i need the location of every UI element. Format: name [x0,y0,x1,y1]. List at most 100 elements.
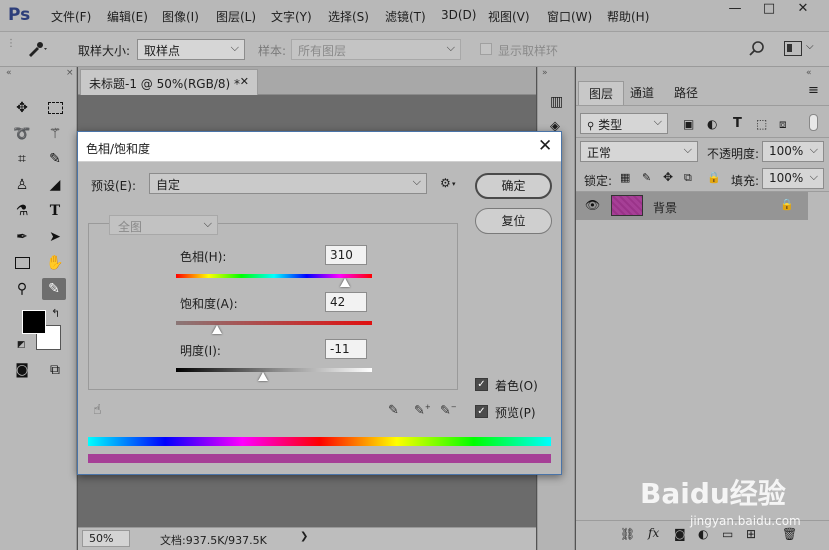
document-tab[interactable]: 未标题-1 @ 50%(RGB/8) * ✕ [80,69,258,95]
menu-3d[interactable]: 3D(D) [441,8,476,22]
zoom-level[interactable]: 50% [82,530,130,547]
fx-icon[interactable]: fx [648,526,659,540]
eyedropper-icon[interactable]: ✎ [388,403,399,418]
opacity-input[interactable]: 100% ⌵ [762,141,824,162]
add-mask-icon[interactable]: ◙ [674,527,686,541]
preset-select[interactable]: 自定 ⌵ [149,173,427,194]
lightness-input[interactable]: -11 [325,339,367,359]
type-filter-icon[interactable]: T [733,116,742,131]
blend-mode-select[interactable]: 正常 ⌵ [580,141,698,162]
lock-paint-icon[interactable]: ✎ [642,171,651,184]
collapse-icon[interactable]: « [806,68,812,78]
settings-gear-icon[interactable]: ⚙ [440,176,451,190]
preview-checkbox[interactable]: ✓ [475,405,488,418]
expand-icon[interactable]: » [542,68,548,78]
fill-input[interactable]: 100% ⌵ [762,168,824,189]
close-panel-icon[interactable]: × [66,68,74,78]
layer-row-background[interactable]: 👁 背景 🔒 [576,192,808,220]
menu-filter[interactable]: 滤镜(T) [385,8,426,25]
default-colors-icon[interactable]: ◩ [17,340,26,350]
histogram-icon[interactable]: ▥ [550,94,563,110]
minimize-button[interactable]: — [718,0,752,20]
eyedropper-tool-icon[interactable]: ✎ [43,148,67,170]
channel-select[interactable]: 全图 ⌵ [109,215,218,235]
pixel-filter-icon[interactable]: ▣ [683,117,694,131]
close-tab-icon[interactable]: ✕ [240,75,249,88]
menu-window[interactable]: 窗口(W) [547,8,592,25]
filter-kind-select[interactable]: ⚲ 类型 ⌵ [580,113,668,134]
crop-tool-icon[interactable]: ⌗ [10,148,34,170]
stamp-tool-icon[interactable]: ♙ [10,174,34,196]
adjustment-layer-icon[interactable]: ◐ [698,527,708,541]
colorize-checkbox[interactable]: ✓ [475,378,488,391]
lightness-slider-track[interactable] [176,368,372,372]
menu-edit[interactable]: 编辑(E) [107,8,148,25]
search-icon[interactable] [748,40,766,58]
magic-wand-icon[interactable]: ⚚ [43,123,67,145]
visibility-eye-icon[interactable]: 👁 [585,198,600,212]
smart-object-filter-icon[interactable]: ⧈ [779,117,787,132]
adjustment-filter-icon[interactable]: ◐ [707,117,717,131]
text-tool-icon[interactable]: T [43,200,67,222]
tab-channels[interactable]: 通道 [620,81,664,105]
tab-layers[interactable]: 图层 [578,81,625,105]
ok-button[interactable]: 确定 [475,173,552,199]
new-group-icon[interactable]: ▭ [722,527,733,541]
marquee-tool-icon[interactable] [43,97,67,119]
foreground-color-swatch[interactable] [22,310,46,334]
chevron-right-icon[interactable]: ❯ [300,531,308,542]
menu-select[interactable]: 选择(S) [328,8,369,25]
targeted-adjust-hand-icon[interactable]: ☝ [93,402,102,418]
lasso-tool-icon[interactable]: ➰ [10,123,34,145]
show-ring-checkbox[interactable] [480,43,492,55]
eyedropper-minus-icon[interactable]: ✎− [440,403,457,418]
swap-colors-icon[interactable]: ↰ [51,307,60,320]
menu-layer[interactable]: 图层(L) [216,8,256,25]
eyedropper-tool-preset-icon[interactable] [24,39,50,59]
quick-mask-icon[interactable]: ◙ [10,359,34,381]
eyedropper-plus-icon[interactable]: ✎+ [414,403,431,418]
tab-paths[interactable]: 路径 [664,81,708,105]
lock-transparent-icon[interactable]: ▦ [620,171,630,184]
zoom-tool-icon[interactable]: ⚲ [10,278,34,300]
delete-layer-icon[interactable]: 🗑 [782,527,797,541]
menu-help[interactable]: 帮助(H) [607,8,649,25]
menu-view[interactable]: 视图(V) [488,8,530,25]
screen-mode-icon[interactable]: ⧉ [43,359,67,381]
sample-size-select[interactable]: 取样点 ⌵ [137,39,245,60]
move-tool-icon[interactable]: ✥ [10,97,34,119]
close-window-button[interactable]: ✕ [786,0,820,20]
saturation-slider-track[interactable] [176,321,372,325]
menu-file[interactable]: 文件(F) [51,8,91,25]
menu-type[interactable]: 文字(Y) [271,8,312,25]
lock-artboard-icon[interactable]: ⧉ [684,171,692,185]
panel-menu-icon[interactable]: ≡ [808,83,819,98]
sample-select[interactable]: 所有图层 ⌵ [291,39,461,60]
paint-bucket-icon[interactable]: ⚗ [10,200,34,222]
rectangle-tool-icon[interactable] [10,252,34,274]
pen-tool-icon[interactable]: ✒ [10,226,34,248]
path-select-icon[interactable]: ➤ [43,226,67,248]
lock-position-icon[interactable]: ✥ [663,170,673,184]
menu-image[interactable]: 图像(I) [162,8,199,25]
saturation-input[interactable]: 42 [325,292,367,312]
maximize-button[interactable]: □ [752,0,786,20]
lock-all-icon[interactable]: 🔒 [707,171,721,184]
lightness-slider-thumb[interactable] [258,372,269,381]
shape-filter-icon[interactable]: ⬚ [756,117,767,131]
collapse-icon[interactable]: « [6,68,12,78]
workspace-icon[interactable] [784,41,802,56]
filter-toggle[interactable] [809,114,818,131]
chevron-down-icon[interactable]: ▾ [452,180,456,188]
saturation-slider-thumb[interactable] [212,325,223,334]
new-layer-icon[interactable]: ⊞ [746,527,756,541]
hue-slider-thumb[interactable] [339,278,350,287]
link-layers-icon[interactable]: ⛓ [620,527,635,541]
hand-tool-icon[interactable]: ✋ [43,252,67,274]
hue-input[interactable]: 310 [325,245,367,265]
eraser-tool-icon[interactable]: ◢ [43,174,67,196]
close-dialog-icon[interactable]: ✕ [538,136,552,156]
chevron-down-icon[interactable]: ⌵ [806,41,814,52]
color-sampler-tool-icon[interactable]: ✎ [42,278,66,300]
layer-name[interactable]: 背景 [653,199,677,216]
